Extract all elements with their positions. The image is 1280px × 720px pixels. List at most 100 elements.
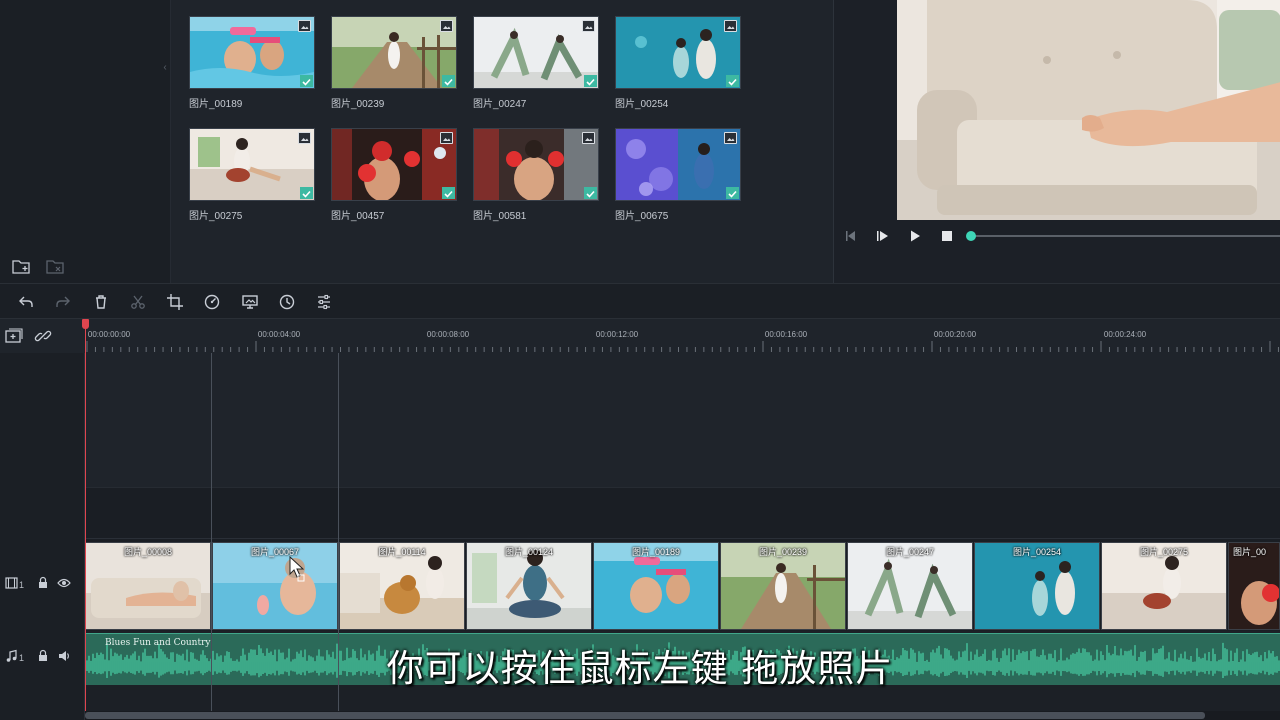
timeline-clip[interactable]: 图片_00254 <box>974 542 1100 630</box>
thumbnail-image <box>189 128 315 201</box>
clip-label: 图片_00114 <box>378 547 426 557</box>
video-track-number: 1 <box>19 580 25 590</box>
clip-label: 图片_00247 <box>885 547 935 557</box>
thumbnail-image <box>331 128 457 201</box>
playback-progress-bar[interactable] <box>968 235 1280 237</box>
player-controls <box>834 222 1280 250</box>
lock-icon[interactable] <box>37 576 49 590</box>
checkmark-icon <box>726 75 739 87</box>
preview-video-frame <box>897 0 1280 220</box>
crop-icon[interactable] <box>166 293 184 311</box>
cut-icon[interactable] <box>129 293 147 311</box>
new-folder-icon[interactable] <box>11 257 31 275</box>
prev-frame-button[interactable] <box>843 228 859 244</box>
photo-type-icon <box>724 20 737 32</box>
timeline-clip[interactable]: 图片_00189 <box>593 542 719 630</box>
timeline-clip[interactable]: 图片_00247 <box>847 542 973 630</box>
library-folder-sidebar: ‹ <box>0 0 171 283</box>
timeline-clip[interactable]: 图片_00008 <box>85 542 211 630</box>
clip-label: 图片_00067 <box>250 547 300 557</box>
speed-icon[interactable] <box>203 293 221 311</box>
thumbnail-label: 图片_00457 <box>331 211 385 222</box>
play-button[interactable] <box>907 228 923 244</box>
clip-label: 图片_00008 <box>123 547 173 557</box>
link-icon[interactable] <box>34 327 52 345</box>
add-track-icon[interactable] <box>5 328 23 344</box>
timecode-label: 00:00:04:00 <box>257 330 301 339</box>
delete-folder-icon[interactable] <box>45 257 65 275</box>
thumbnail-image <box>331 16 457 89</box>
checkmark-icon <box>726 187 739 199</box>
media-thumbnail[interactable]: 图片_00247 <box>473 16 599 110</box>
duration-icon[interactable] <box>278 293 296 311</box>
timeline-clip[interactable]: 图片_00067 <box>212 542 338 630</box>
photo-type-icon <box>298 132 311 144</box>
media-thumbnail[interactable]: 图片_00457 <box>331 128 457 222</box>
video-track[interactable]: 图片_00008 图片_00067 图片_00114 图片_00124 图片_0… <box>85 538 1280 631</box>
media-thumbnail[interactable]: 图片_00675 <box>615 128 741 222</box>
clip-label: 图片_00239 <box>758 547 808 557</box>
thumbnail-label: 图片_00247 <box>473 99 527 110</box>
checkmark-icon <box>584 75 597 87</box>
preview-panel <box>833 0 1280 283</box>
delete-icon[interactable] <box>92 293 110 311</box>
thumbnail-label: 图片_00275 <box>189 211 243 222</box>
clip-label: 图片_00275 <box>1139 547 1189 557</box>
timeline-ruler[interactable]: 00:00:00:00 00:00:04:00 00:00:08:00 00:0… <box>85 319 1280 353</box>
timeline-clip[interactable]: 图片_00124 <box>466 542 592 630</box>
thumbnail-image <box>189 16 315 89</box>
timeline-clip[interactable]: 图片_00239 <box>720 542 846 630</box>
thumbnail-image <box>473 128 599 201</box>
timeline-clip[interactable]: 图片_00 <box>1228 542 1280 630</box>
photo-type-icon <box>298 20 311 32</box>
photo-type-icon <box>724 132 737 144</box>
checkmark-icon <box>584 187 597 199</box>
clip-label: 图片_00124 <box>504 547 554 557</box>
thumbnail-label: 图片_00189 <box>189 99 243 110</box>
media-thumbnail[interactable]: 图片_00239 <box>331 16 457 110</box>
thumbnail-label: 图片_00254 <box>615 99 669 110</box>
thumbnail-label: 图片_00675 <box>615 211 669 222</box>
checkmark-icon <box>300 75 313 87</box>
video-subtitle-caption: 你可以按住鼠标左键 拖放照片 <box>386 647 894 690</box>
play-frame-button[interactable] <box>875 228 891 244</box>
media-thumbnail[interactable]: 图片_00275 <box>189 128 315 222</box>
checkmark-icon <box>442 75 455 87</box>
empty-track-area[interactable] <box>85 353 1280 487</box>
media-thumbnail[interactable]: 图片_00189 <box>189 16 315 110</box>
collapse-sidebar-icon[interactable]: ‹ <box>160 60 170 76</box>
green-screen-icon[interactable] <box>241 293 259 311</box>
redo-icon[interactable] <box>54 293 72 311</box>
edit-toolbar <box>0 283 1280 319</box>
thumbnail-image <box>473 16 599 89</box>
eye-icon[interactable] <box>57 576 71 590</box>
stop-button[interactable] <box>939 228 955 244</box>
timecode-label: 00:00:20:00 <box>933 330 977 339</box>
checkmark-icon <box>300 187 313 199</box>
adjust-icon[interactable] <box>315 293 333 311</box>
undo-icon[interactable] <box>17 293 35 311</box>
timeline-clip[interactable]: 图片_00114 <box>339 542 465 630</box>
timeline-ruler-area: 00:00:00:00 00:00:04:00 00:00:08:00 00:0… <box>0 319 1280 353</box>
clip-label: 图片_00189 <box>631 547 681 557</box>
timecode-label: 00:00:24:00 <box>1103 330 1147 339</box>
playback-progress-handle[interactable] <box>966 231 976 241</box>
timecode-label: 00:00:12:00 <box>595 330 639 339</box>
photo-type-icon <box>582 20 595 32</box>
photo-type-icon <box>440 132 453 144</box>
playhead-handle[interactable] <box>82 319 89 329</box>
photo-type-icon <box>582 132 595 144</box>
thumbnail-image <box>615 16 741 89</box>
timeline-clip[interactable]: 图片_00275 <box>1101 542 1227 630</box>
checkmark-icon <box>442 187 455 199</box>
clip-label: 图片_00254 <box>1012 547 1062 557</box>
photo-type-icon <box>440 20 453 32</box>
video-track-header: 1 <box>0 576 85 596</box>
media-thumbnail[interactable]: 图片_00254 <box>615 16 741 110</box>
empty-track-area[interactable] <box>85 487 1280 538</box>
timecode-label: 00:00:16:00 <box>764 330 808 339</box>
timeline-scrollbar-thumb[interactable] <box>85 712 1205 719</box>
timeline-scrollbar[interactable] <box>85 711 1280 720</box>
media-thumbnail[interactable]: 图片_00581 <box>473 128 599 222</box>
timecode-label: 00:00:08:00 <box>426 330 470 339</box>
